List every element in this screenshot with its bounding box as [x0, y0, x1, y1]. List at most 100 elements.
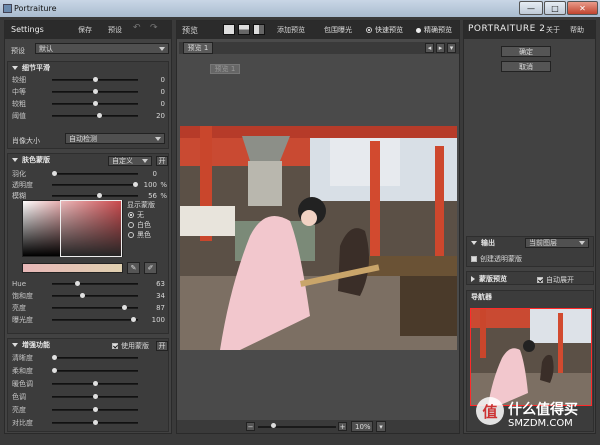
enhance-slider-knob[interactable]: [92, 394, 98, 399]
detail-slider-track[interactable]: [52, 89, 138, 94]
skin-slider-row: 透明度 100%: [12, 180, 167, 190]
enhance-slider-knob[interactable]: [92, 381, 98, 386]
detail-slider-track[interactable]: [52, 77, 138, 82]
preview-title: 预览: [182, 26, 198, 35]
hsl-slider-knob[interactable]: [74, 281, 80, 286]
navigator-thumbnail[interactable]: [470, 308, 592, 406]
hsl-slider-knob[interactable]: [79, 293, 85, 298]
zoom-slider-knob[interactable]: [271, 423, 277, 428]
bracket-exposure-button[interactable]: 包围曝光: [324, 25, 352, 35]
navigator-label: 导航器: [471, 292, 492, 301]
skin-slider-knob[interactable]: [52, 171, 57, 176]
enhance-slider-row: 对比度: [12, 418, 167, 428]
detail-slider-knob[interactable]: [92, 101, 98, 106]
tab-next-icon[interactable]: ▸: [436, 43, 445, 53]
redo-icon[interactable]: ↷: [150, 23, 158, 33]
show-mask-option[interactable]: 黑色: [128, 230, 151, 240]
skin-mask-toggle[interactable]: 开: [156, 156, 168, 166]
enhance-slider-knob[interactable]: [92, 420, 98, 425]
skin-color-selection[interactable]: [60, 200, 122, 257]
add-preview-button[interactable]: 添加预览: [277, 25, 305, 35]
zoom-in-button[interactable]: +: [338, 422, 347, 431]
detail-smoothing-header[interactable]: 细节平滑: [8, 62, 168, 73]
skin-slider-track[interactable]: [52, 171, 138, 176]
hsl-slider-track[interactable]: [52, 293, 138, 298]
zoom-dropdown-icon[interactable]: ▾: [376, 421, 386, 432]
about-button[interactable]: 关于: [546, 25, 560, 35]
detail-slider-knob[interactable]: [97, 113, 103, 118]
tab-prev-icon[interactable]: ◂: [425, 43, 434, 53]
hsl-slider-knob[interactable]: [131, 317, 137, 322]
minimize-button[interactable]: —: [519, 1, 543, 15]
enhance-slider-track[interactable]: [52, 381, 138, 386]
skin-slider-knob[interactable]: [133, 182, 138, 187]
skin-slider-track[interactable]: [52, 182, 138, 187]
split-horizontal-icon[interactable]: [238, 24, 250, 35]
close-button[interactable]: ✕: [567, 1, 598, 15]
hsl-slider-track[interactable]: [52, 281, 138, 286]
show-mask-option[interactable]: 白色: [128, 220, 151, 230]
enhance-slider-knob[interactable]: [52, 355, 57, 360]
ok-button[interactable]: 确定: [501, 46, 551, 57]
preset-button[interactable]: 预设: [108, 25, 122, 35]
maximize-button[interactable]: □: [544, 1, 566, 15]
show-mask-option[interactable]: 无: [128, 210, 151, 220]
enhance-slider-label: 对比度: [12, 419, 33, 427]
detail-slider-track[interactable]: [52, 113, 138, 118]
enhancements-toggle[interactable]: 开: [156, 341, 168, 351]
enhance-slider-knob[interactable]: [92, 407, 98, 412]
zoom-slider[interactable]: [258, 423, 336, 428]
eyedropper-icon[interactable]: ✎: [127, 262, 140, 274]
auto-expand-checkbox[interactable]: 自动展开: [537, 275, 574, 285]
mask-preview-header[interactable]: 蒙版预览: [467, 272, 593, 285]
preset-dropdown[interactable]: 默认: [35, 43, 169, 54]
precise-preview-radio[interactable]: 精确预览: [416, 25, 452, 35]
enhance-slider-knob[interactable]: [52, 368, 57, 373]
save-button[interactable]: 保存: [78, 25, 92, 35]
detail-slider-row: 较细 0: [12, 75, 167, 85]
show-mask-option-label: 白色: [137, 221, 151, 229]
hsl-slider-knob[interactable]: [122, 305, 128, 310]
zoom-level-field[interactable]: 10%: [351, 421, 373, 432]
skin-slider-knob[interactable]: [97, 193, 103, 198]
undo-icon[interactable]: ↶: [133, 23, 141, 33]
hsl-slider-track[interactable]: [52, 317, 138, 322]
enhance-slider-track[interactable]: [52, 355, 138, 360]
output-dropdown[interactable]: 当前图层: [525, 238, 589, 248]
detail-slider-value: 0: [160, 100, 165, 108]
detail-smoothing-title: 细节平滑: [22, 63, 50, 72]
create-mask-checkbox[interactable]: 创建透明蒙版: [471, 254, 522, 264]
right-header: PORTRAITURE 2 关于 帮助: [464, 21, 595, 39]
cancel-button[interactable]: 取消: [501, 61, 551, 72]
fast-preview-radio[interactable]: 快速预览: [366, 25, 403, 35]
preset-label: 预设: [11, 47, 25, 55]
tab-menu-icon[interactable]: ▾: [447, 43, 456, 53]
enhance-slider-track[interactable]: [52, 407, 138, 412]
detail-slider-track[interactable]: [52, 101, 138, 106]
skin-slider-track[interactable]: [52, 193, 138, 198]
single-view-icon[interactable]: [223, 24, 235, 35]
zoom-out-button[interactable]: −: [246, 422, 255, 431]
hsl-slider-track[interactable]: [52, 305, 138, 310]
preview-tabbar: 预览 1 ◂ ▸ ▾: [179, 42, 459, 54]
preview-tab[interactable]: 预览 1: [183, 42, 213, 54]
enhance-slider-track[interactable]: [52, 394, 138, 399]
radio-icon: [366, 27, 372, 33]
split-vertical-icon[interactable]: [253, 24, 265, 35]
skin-mode-dropdown[interactable]: 自定义: [108, 156, 152, 166]
collapse-arrow-icon: [12, 65, 18, 70]
skin-slider-value: 100: [143, 181, 157, 189]
enhance-slider-track[interactable]: [52, 420, 138, 425]
skin-range-bar[interactable]: [22, 263, 123, 273]
detail-slider-knob[interactable]: [92, 89, 98, 94]
preview-photo[interactable]: [180, 126, 457, 350]
hsl-slider-row: 饱和度 34: [12, 291, 167, 301]
portrait-size-dropdown[interactable]: 自动检测: [65, 133, 165, 144]
preset-value: 默认: [39, 44, 53, 53]
help-button[interactable]: 帮助: [570, 25, 584, 35]
detail-slider-knob[interactable]: [92, 77, 98, 82]
use-mask-checkbox[interactable]: 使用蒙版: [112, 341, 149, 351]
enhance-slider-track[interactable]: [52, 368, 138, 373]
eyedropper-plus-icon[interactable]: ✐: [144, 262, 157, 274]
show-mask-options: 无白色 黑色: [128, 210, 151, 240]
